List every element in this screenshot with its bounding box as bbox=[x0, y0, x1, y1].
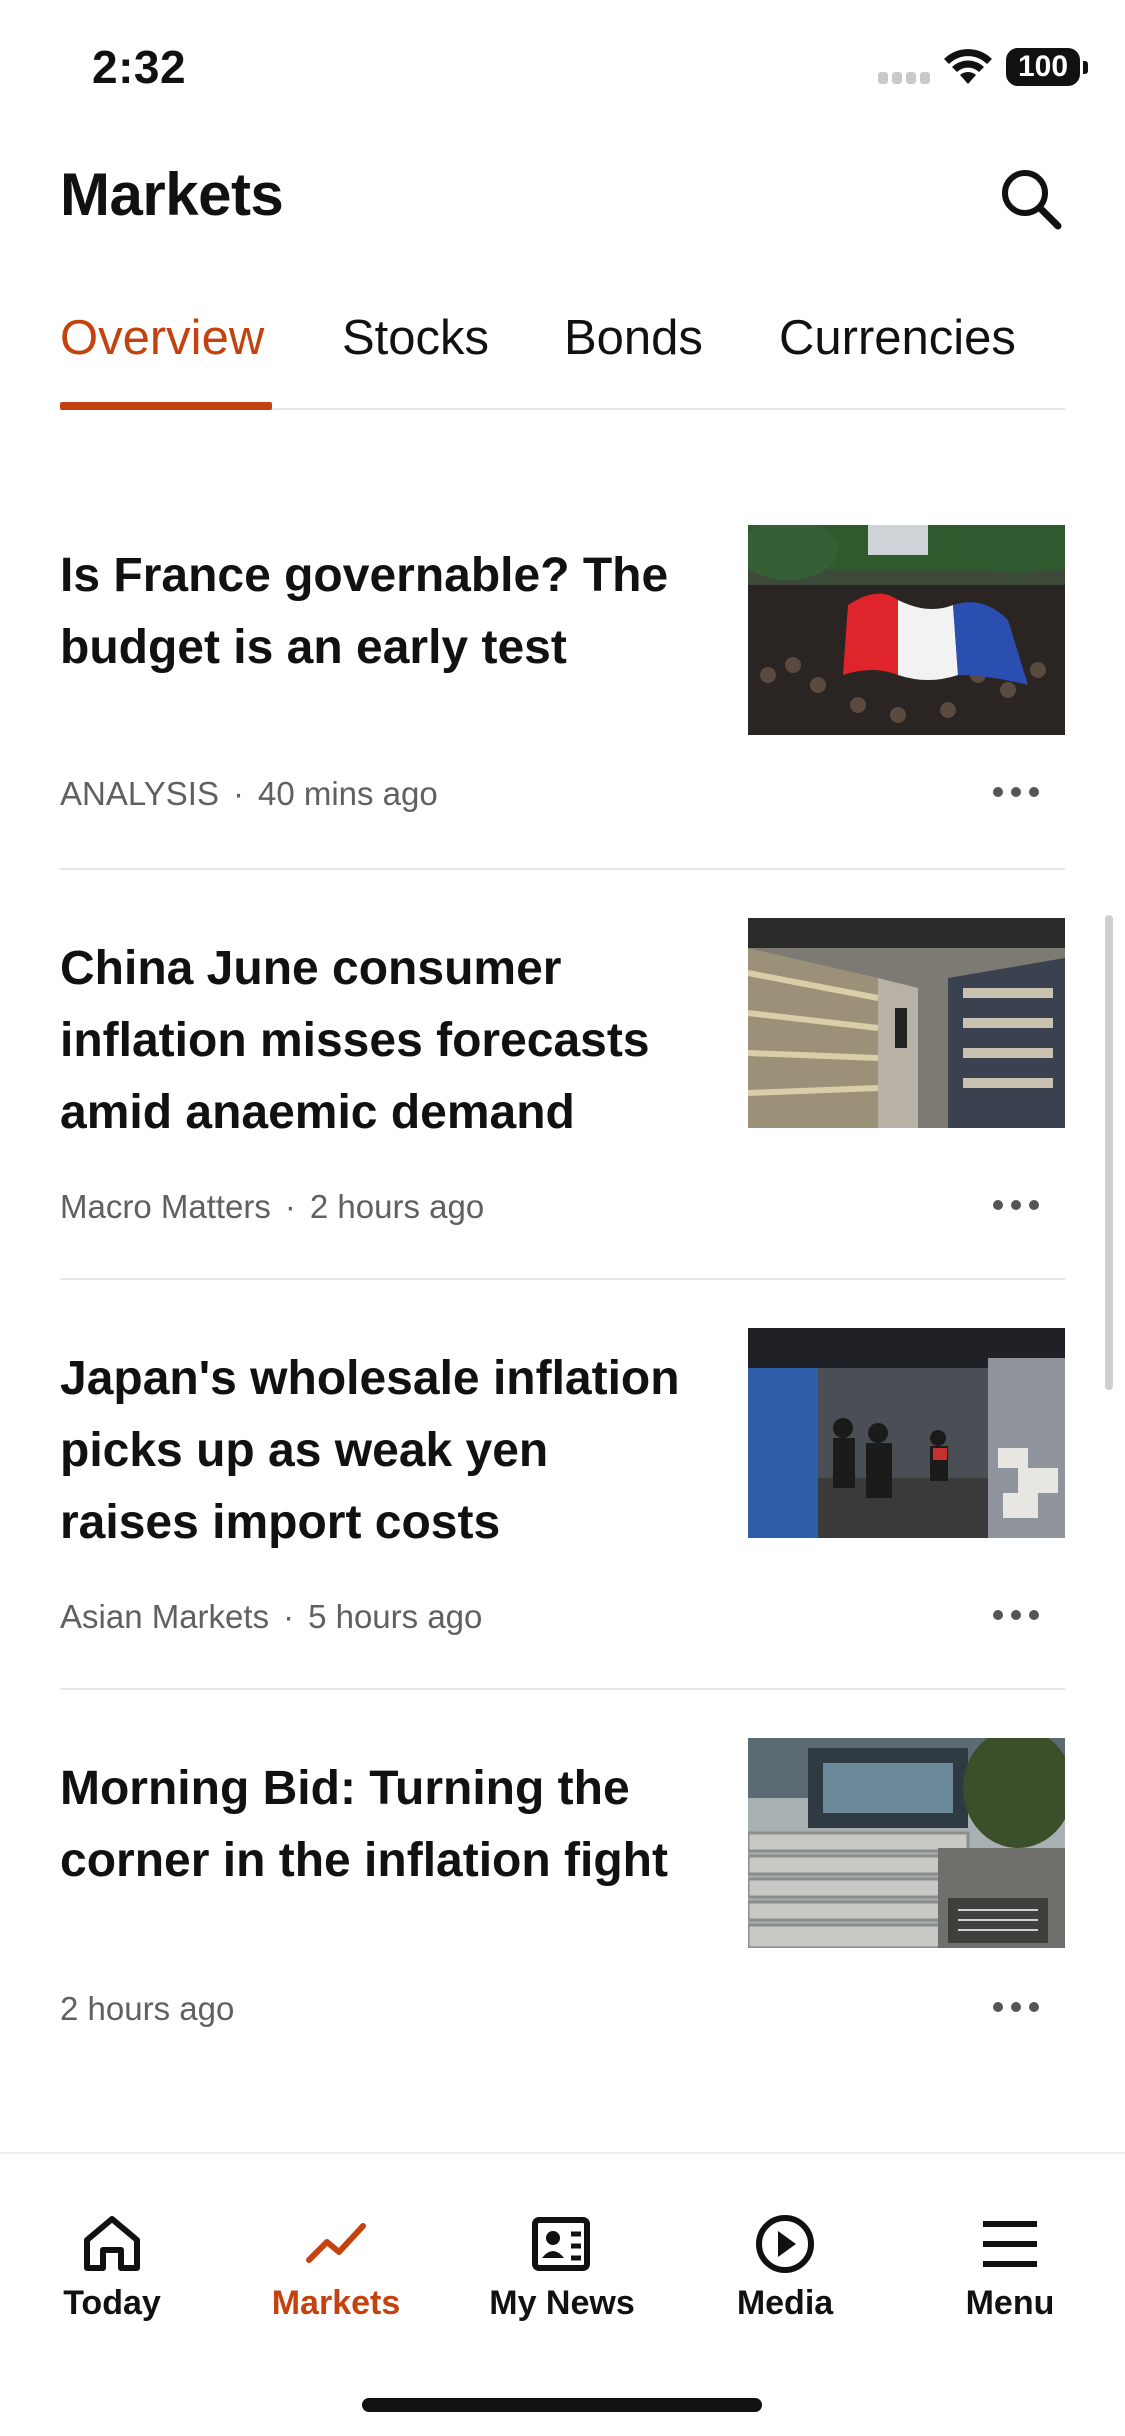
newspaper-icon bbox=[532, 2217, 590, 2271]
search-icon[interactable] bbox=[996, 164, 1066, 234]
article-title[interactable]: Japan's wholesale inflation picks up as … bbox=[60, 1343, 700, 1559]
divider bbox=[60, 868, 1065, 870]
article-title[interactable]: China June consumer inflation misses for… bbox=[60, 933, 700, 1149]
trend-line-icon bbox=[306, 2223, 366, 2263]
tab-overview[interactable]: Overview bbox=[60, 310, 264, 366]
nav-label: Menu bbox=[965, 2284, 1055, 2322]
article-card[interactable]: Is France governable? The budget is an e… bbox=[60, 525, 1065, 840]
nav-menu[interactable]: Menu bbox=[920, 2214, 1100, 2344]
more-options-icon[interactable] bbox=[986, 772, 1046, 812]
nav-today[interactable]: Today bbox=[22, 2214, 202, 2344]
nav-media[interactable]: Media bbox=[695, 2214, 875, 2344]
tab-bonds[interactable]: Bonds bbox=[564, 310, 703, 366]
article-time: 40 mins ago bbox=[257, 775, 438, 812]
nav-label: Markets bbox=[271, 2284, 401, 2322]
article-thumbnail[interactable] bbox=[748, 1738, 1065, 1948]
tab-stocks[interactable]: Stocks bbox=[342, 310, 489, 366]
page-title: Markets bbox=[60, 161, 284, 228]
battery-icon: 100 bbox=[1006, 48, 1088, 86]
article-card[interactable]: Japan's wholesale inflation picks up as … bbox=[60, 1328, 1065, 1643]
active-tab-indicator bbox=[60, 402, 272, 410]
nav-markets[interactable]: Markets bbox=[246, 2214, 426, 2344]
status-time: 2:32 bbox=[92, 41, 187, 93]
tab-currencies[interactable]: Currencies bbox=[779, 310, 1016, 366]
article-title[interactable]: Morning Bid: Turning the corner in the i… bbox=[60, 1753, 700, 1897]
article-time: 5 hours ago bbox=[308, 1598, 483, 1635]
article-thumbnail[interactable] bbox=[748, 525, 1065, 735]
play-circle-icon bbox=[756, 2215, 814, 2273]
article-card[interactable]: Morning Bid: Turning the corner in the i… bbox=[60, 1738, 1065, 2053]
nav-label: Media bbox=[736, 2284, 834, 2322]
divider bbox=[60, 1688, 1065, 1690]
more-options-icon[interactable] bbox=[986, 1987, 1046, 2027]
article-time: 2 hours ago bbox=[60, 1990, 235, 2027]
article-thumbnail[interactable] bbox=[748, 1328, 1065, 1538]
section-tabs: Overview Stocks Bonds Currencies bbox=[60, 298, 1065, 410]
scrollbar[interactable] bbox=[1105, 915, 1113, 1390]
home-icon bbox=[84, 2216, 140, 2271]
meta-separator: · bbox=[232, 775, 244, 812]
hamburger-icon bbox=[983, 2221, 1037, 2267]
bottom-nav: Today Markets My News Media Menu bbox=[0, 2152, 1125, 2436]
status-bar: 2:32 100 bbox=[0, 0, 1125, 130]
more-options-icon[interactable] bbox=[986, 1595, 1046, 1635]
meta-separator: · bbox=[283, 1598, 295, 1635]
article-meta: Asian Markets · 5 hours ago bbox=[60, 1598, 482, 1636]
article-meta: ANALYSIS · 40 mins ago bbox=[60, 775, 438, 813]
article-thumbnail[interactable] bbox=[748, 918, 1065, 1128]
nav-label: My News bbox=[489, 2284, 635, 2322]
home-indicator bbox=[362, 2398, 762, 2412]
article-category: Macro Matters bbox=[60, 1188, 271, 1225]
nav-label: Today bbox=[63, 2284, 161, 2322]
wifi-icon bbox=[944, 49, 992, 84]
article-category: ANALYSIS bbox=[60, 775, 219, 812]
more-options-icon[interactable] bbox=[986, 1185, 1046, 1225]
article-title[interactable]: Is France governable? The budget is an e… bbox=[60, 540, 700, 684]
article-meta: 2 hours ago bbox=[60, 1990, 234, 2028]
meta-separator: · bbox=[284, 1188, 296, 1225]
article-card[interactable]: China June consumer inflation misses for… bbox=[60, 918, 1065, 1233]
divider bbox=[60, 1278, 1065, 1280]
article-meta: Macro Matters · 2 hours ago bbox=[60, 1188, 484, 1226]
cellular-signal-icon bbox=[878, 72, 932, 84]
article-category: Asian Markets bbox=[60, 1598, 270, 1635]
article-time: 2 hours ago bbox=[309, 1188, 485, 1225]
nav-my-news[interactable]: My News bbox=[472, 2214, 652, 2344]
